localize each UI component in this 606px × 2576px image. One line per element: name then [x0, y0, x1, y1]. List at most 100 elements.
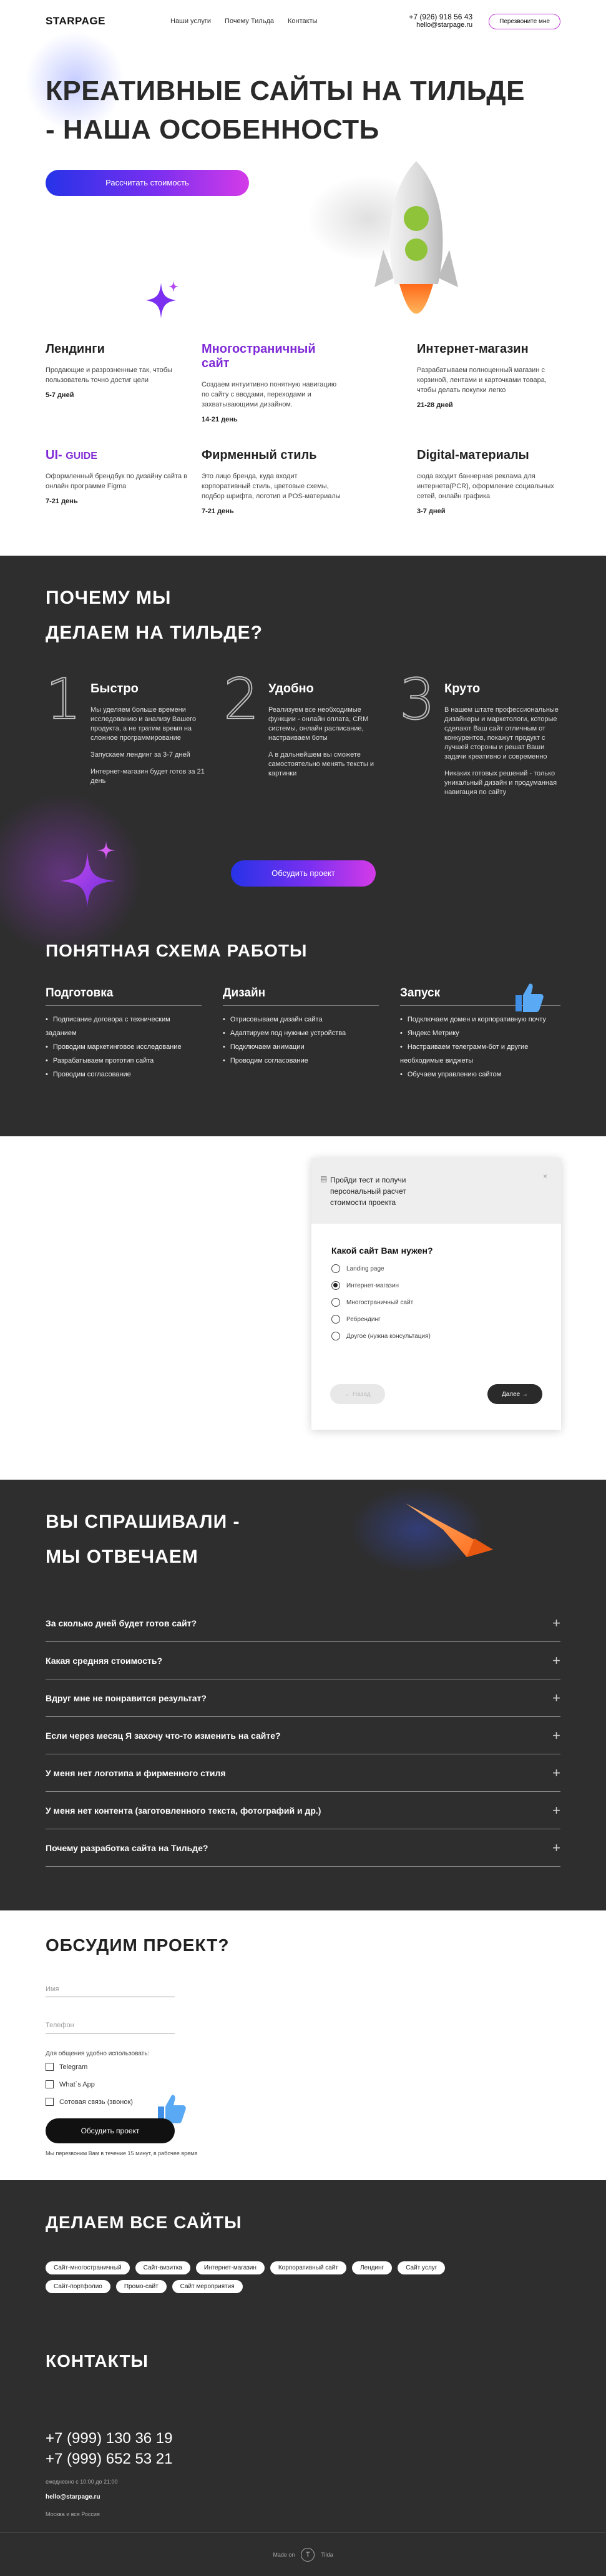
list-item: Подключаем анимации — [223, 1040, 373, 1054]
callback-button[interactable]: Перезвоните мне — [489, 13, 560, 29]
hero-title: КРЕАТИВНЫЕ САЙТЫ НА ТИЛЬДЕ - НАША ОСОБЕН… — [46, 72, 525, 149]
list-item: Подписание договора с техническим задани… — [46, 1013, 195, 1040]
service-desc: Оформленный брендбук по дизайну сайта в … — [46, 473, 187, 490]
hero-title-line2: - НАША ОСОБЕННОСТЬ — [46, 114, 379, 145]
plus-icon[interactable]: + — [552, 1840, 560, 1856]
contact-hours: ежедневно с 10:00 до 21:00 — [46, 2479, 118, 2485]
checkbox[interactable] — [46, 2080, 54, 2088]
nav-services[interactable]: Наши услуги — [170, 17, 211, 25]
checkbox[interactable] — [46, 2063, 54, 2071]
why-title: ПОЧЕМУ МЫ ДЕЛАЕМ НА ТИЛЬДЕ? — [46, 581, 263, 651]
faq-item[interactable]: За сколько дней будет готов сайт? + — [46, 1605, 560, 1642]
calculate-cost-button[interactable]: Рассчитать стоимость — [46, 170, 249, 196]
service-desc: Разрабатываем полноценный магазин с корз… — [417, 366, 547, 394]
tag[interactable]: Сайт-визитка — [135, 2261, 190, 2274]
service-title: Digital-материалы — [417, 448, 529, 462]
radio[interactable] — [331, 1315, 340, 1324]
radio[interactable] — [331, 1298, 340, 1307]
service-brand-style[interactable]: Фирменный стиль Это лицо бренда, куда вх… — [202, 448, 345, 515]
quiz-option-other[interactable]: Другое (нужна консультация) — [331, 1332, 431, 1340]
quiz-option-shop[interactable]: Интернет-магазин — [331, 1281, 399, 1290]
quiz-back-button[interactable]: ← Назад — [330, 1384, 385, 1404]
contact-phone-1[interactable]: +7 (999) 130 36 19 — [46, 2430, 173, 2447]
discuss-section: ОБСУДИМ ПРОЕКТ? Имя Телефон Для общения … — [0, 1910, 606, 2180]
sparkle-icon — [61, 841, 115, 907]
list-item: Разрабатываем прототип сайта — [46, 1054, 195, 1068]
nav-contacts[interactable]: Контакты — [288, 17, 318, 25]
quiz-option-rebranding[interactable]: Ребрендинг — [331, 1315, 381, 1324]
submit-button[interactable]: Обсудить проект — [46, 2118, 175, 2143]
tilda-logo-icon[interactable]: T — [301, 2547, 315, 2562]
contact-email[interactable]: hello@starpage.ru — [46, 2494, 100, 2500]
logo[interactable]: STARPAGE — [46, 15, 170, 27]
thumbs-up-icon — [516, 983, 544, 1012]
plus-icon[interactable]: + — [552, 1653, 560, 1669]
radio-selected[interactable] — [331, 1281, 340, 1290]
faq-item[interactable]: Если через месяц Я захочу что-то изменит… — [46, 1717, 560, 1754]
checkbox-call[interactable]: Сотовая связь (звонок) — [46, 2098, 133, 2106]
discuss-project-button[interactable]: Обсудить проект — [231, 860, 376, 887]
plus-icon[interactable]: + — [552, 1765, 560, 1781]
faq-question: Какая средняя стоимость? — [46, 1655, 163, 1666]
name-field[interactable]: Имя — [46, 1985, 175, 1997]
quiz-card: ▤ Пройди тест и получи персональный расч… — [311, 1158, 561, 1430]
sites-title: ДЕЛАЕМ ВСЕ САЙТЫ — [46, 2213, 242, 2232]
service-days: 14-21 день — [202, 416, 238, 423]
checkbox-whatsapp[interactable]: What`s App — [46, 2080, 95, 2088]
phone-field[interactable]: Телефон — [46, 2022, 175, 2033]
service-multipage[interactable]: Многостраничный сайт Создаем интуитивно … — [202, 342, 345, 423]
faq-item[interactable]: Вдруг мне не понравится результат? + — [46, 1679, 560, 1717]
footer: Made on T Tilda — [0, 2532, 606, 2576]
radio[interactable] — [331, 1332, 340, 1340]
header-email[interactable]: hello@starpage.ru — [409, 21, 472, 29]
tag[interactable]: Интернет-магазин — [195, 2261, 265, 2274]
divider — [223, 1005, 379, 1006]
service-digital[interactable]: Digital-материалы сюда входит баннерная … — [417, 448, 560, 515]
faq-item[interactable]: У меня нет логотипа и фирменного стиля + — [46, 1754, 560, 1792]
service-ui-guide[interactable]: UI- GUIDE Оформленный брендбук по дизайн… — [46, 448, 189, 505]
tilda-text[interactable]: Tilda — [321, 2552, 333, 2558]
nav-why-tilda[interactable]: Почему Тильда — [225, 17, 274, 25]
plus-icon[interactable]: + — [552, 1690, 560, 1706]
faq-title-line2: МЫ ОТВЕЧАЕМ — [46, 1546, 198, 1567]
plus-icon[interactable]: + — [552, 1615, 560, 1631]
radio[interactable] — [331, 1264, 340, 1273]
close-icon[interactable]: × — [543, 1172, 547, 1181]
service-desc: Это лицо бренда, куда входит корпоративн… — [202, 473, 341, 500]
service-desc: сюда входит баннерная реклама для интерн… — [417, 473, 554, 500]
service-title: Многостраничный сайт — [202, 342, 316, 370]
why-title-line1: ПОЧЕМУ МЫ — [46, 587, 172, 608]
tag[interactable]: Корпоративный сайт — [270, 2261, 346, 2274]
service-days: 5-7 дней — [46, 391, 74, 399]
service-days: 3-7 дней — [417, 508, 446, 515]
why-tilda-section: ПОЧЕМУ МЫ ДЕЛАЕМ НА ТИЛЬДЕ? 1 Быстро Мы … — [0, 556, 606, 1136]
faq-item[interactable]: Почему разработка сайта на Тильде? + — [46, 1829, 560, 1867]
form-note: Мы перезвоним Вам в течение 15 минут, в … — [46, 2150, 198, 2156]
plus-icon[interactable]: + — [552, 1728, 560, 1744]
faq-item[interactable]: У меня нет контента (заготовленного текс… — [46, 1792, 560, 1829]
tag[interactable]: Лендинг — [351, 2261, 393, 2274]
faq-item[interactable]: Какая средняя стоимость? + — [46, 1642, 560, 1679]
quiz-option-multipage[interactable]: Многостраничный сайт — [331, 1298, 413, 1307]
tag[interactable]: Промо-сайт — [115, 2280, 167, 2293]
why-item-convenient: 2 Удобно Реализуем все необходимые функц… — [223, 671, 392, 837]
checkbox[interactable] — [46, 2098, 54, 2106]
title-suffix: GUIDE — [66, 451, 97, 461]
document-icon: ▤ — [320, 1174, 328, 1183]
scheme-list: Отрисовываем дизайн сайта Адаптируем под… — [223, 1013, 373, 1068]
tag[interactable]: Сайт-портфолио — [46, 2280, 110, 2293]
quiz-option-landing[interactable]: Landing page — [331, 1264, 384, 1273]
header-phone[interactable]: +7 (926) 918 56 43 — [409, 13, 472, 21]
tag[interactable]: Сайт мероприятия — [172, 2280, 243, 2293]
plus-icon[interactable]: + — [552, 1802, 560, 1819]
tag[interactable]: Сайт-многостраничный — [46, 2261, 130, 2274]
service-landings[interactable]: Лендинги Продающие и разрозненные так, ч… — [46, 342, 189, 399]
list-item: Отрисовываем дизайн сайта — [223, 1013, 373, 1026]
faq-question: Почему разработка сайта на Тильде? — [46, 1842, 208, 1853]
service-days: 7-21 день — [46, 498, 78, 505]
tag[interactable]: Сайт услуг — [398, 2261, 446, 2274]
service-shop[interactable]: Интернет-магазин Разрабатываем полноценн… — [417, 342, 560, 409]
contact-phone-2[interactable]: +7 (999) 652 53 21 — [46, 2451, 173, 2468]
quiz-next-button[interactable]: Далее → — [487, 1384, 542, 1404]
checkbox-telegram[interactable]: Telegram — [46, 2063, 87, 2071]
